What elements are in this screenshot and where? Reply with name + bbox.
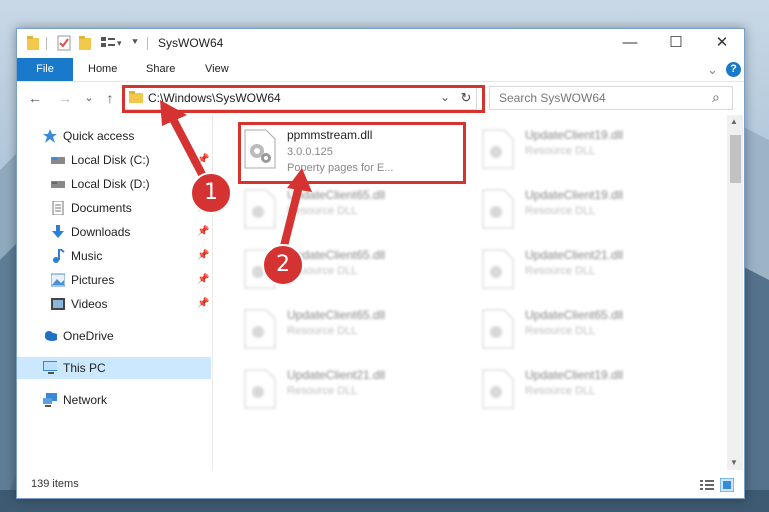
arrow-1 (168, 113, 209, 184)
step-1-badge: 1 (190, 172, 232, 214)
arrow-2-head (287, 168, 312, 192)
arrow-2 (279, 186, 302, 254)
step-2-badge: 2 (262, 244, 304, 286)
annotation-arrows (160, 100, 312, 254)
